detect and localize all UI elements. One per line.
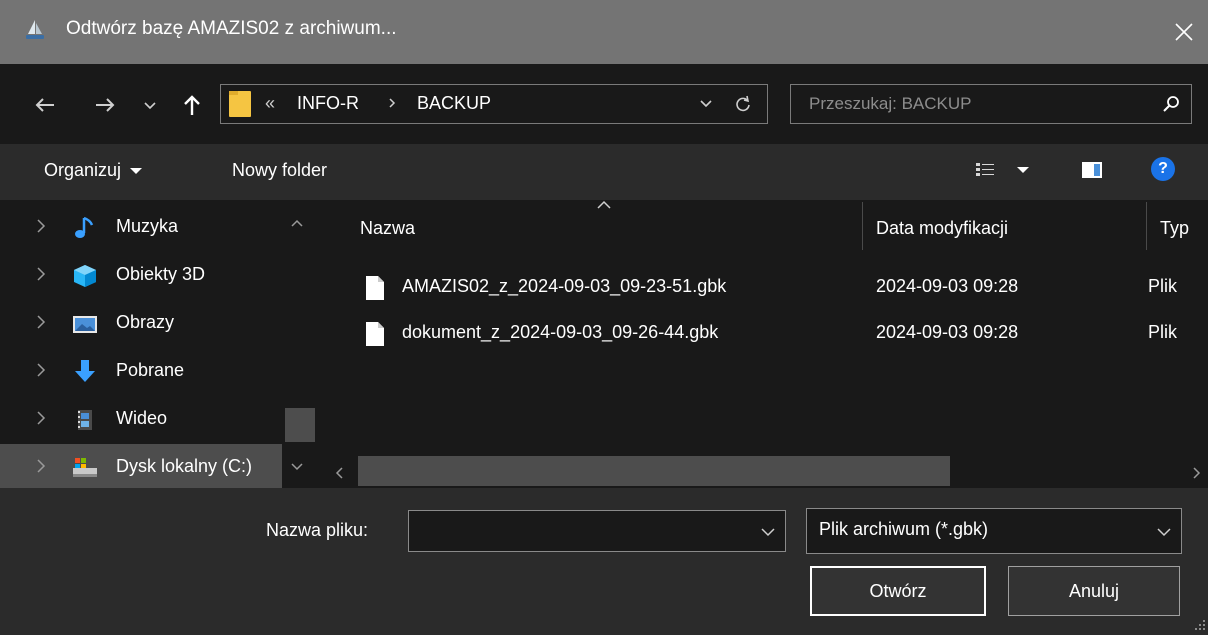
file-row[interactable]: AMAZIS02_z_2024-09-03_09-23-51.gbk 2024-… (328, 266, 1208, 312)
expand-chevron-icon (37, 315, 46, 329)
breadcrumb-separator-icon (387, 93, 397, 118)
navigation-pane-scrollbar[interactable] (284, 200, 318, 488)
window-title: Odtwórz bazę AMAZIS02 z archiwum... (66, 18, 397, 39)
column-header-name[interactable]: Nazwa (360, 218, 415, 239)
forward-button[interactable] (90, 92, 120, 118)
nav-item-label: Obrazy (116, 312, 175, 332)
search-input[interactable]: Przeszukaj: BACKUP (790, 84, 1192, 124)
pictures-icon (73, 316, 97, 333)
file-icon (366, 276, 384, 300)
file-name: dokument_z_2024-09-03_09-26-44.gbk (402, 322, 719, 342)
file-date: 2024-09-03 09:28 (876, 322, 1019, 342)
scroll-right-icon (1193, 467, 1201, 479)
close-button[interactable] (1160, 8, 1208, 56)
nav-item-dysk-lokalny[interactable]: Dysk lokalny (C:) (0, 444, 282, 488)
chevron-down-icon (144, 102, 156, 110)
expand-chevron-icon (37, 411, 46, 425)
nav-item-obrazy[interactable]: Obrazy (0, 300, 282, 348)
file-icon (366, 322, 384, 346)
view-options-button[interactable] (976, 162, 1030, 178)
nav-item-label: Obiekty 3D (116, 264, 206, 284)
chevron-down-icon[interactable] (761, 527, 775, 537)
close-icon (1175, 23, 1193, 41)
help-button[interactable]: ? (1151, 157, 1175, 181)
nav-item-label: Pobrane (116, 360, 185, 380)
refresh-button[interactable] (729, 91, 757, 117)
file-date: 2024-09-03 09:28 (876, 276, 1019, 296)
video-icon (78, 410, 92, 430)
folder-icon (229, 89, 251, 119)
arrow-left-icon (35, 98, 54, 112)
scroll-thumb[interactable] (285, 408, 315, 442)
app-icon (26, 20, 44, 40)
music-icon (75, 216, 94, 238)
3d-objects-icon (74, 265, 96, 287)
column-header-date[interactable]: Data modyfikacji (876, 218, 1008, 239)
dropdown-arrow-icon (1017, 167, 1029, 173)
file-list-scrollbar[interactable] (328, 456, 1208, 488)
file-type: Plik (1148, 322, 1178, 342)
cancel-button[interactable]: Anuluj (1008, 566, 1180, 616)
arrow-up-icon (184, 95, 200, 115)
address-overflow[interactable]: « (265, 93, 275, 114)
scroll-down-icon (291, 463, 303, 471)
up-button[interactable] (178, 90, 206, 120)
refresh-icon (736, 95, 750, 112)
details-view-icon (976, 163, 994, 176)
nav-item-label: Dysk lokalny (C:) (116, 456, 253, 476)
dropdown-arrow-icon (130, 167, 143, 174)
sort-ascending-icon (597, 200, 611, 209)
chevron-down-icon (1157, 528, 1171, 537)
local-disk-icon (73, 458, 97, 477)
breadcrumb-info-r[interactable]: INFO-R (297, 93, 359, 114)
organize-label: Organizuj (44, 160, 122, 180)
nav-item-wideo[interactable]: Wideo (0, 396, 282, 444)
file-row[interactable]: dokument_z_2024-09-03_09-26-44.gbk 2024-… (328, 312, 1208, 358)
nav-item-muzyka[interactable]: Muzyka (0, 204, 282, 252)
arrow-right-icon (96, 98, 115, 112)
expand-chevron-icon (37, 459, 46, 473)
back-button[interactable] (30, 92, 60, 118)
address-history-button[interactable] (695, 93, 717, 115)
column-header-type[interactable]: Typ (1160, 218, 1189, 239)
search-placeholder: Przeszukaj: BACKUP (809, 94, 972, 113)
file-type-filter-select[interactable]: Plik archiwum (*.gbk) (806, 508, 1182, 554)
search-icon (1163, 95, 1181, 118)
organize-button[interactable]: Organizuj (44, 160, 143, 181)
breadcrumb-backup[interactable]: BACKUP (417, 93, 491, 114)
resize-grip-icon[interactable] (1194, 618, 1206, 632)
preview-pane-button[interactable] (1082, 162, 1102, 183)
file-list: Nazwa Data modyfikacji Typ AMAZIS02_z_20… (328, 200, 1208, 488)
file-name: AMAZIS02_z_2024-09-03_09-23-51.gbk (402, 276, 727, 296)
recent-locations-button[interactable] (140, 96, 160, 116)
column-separator[interactable] (862, 202, 863, 250)
filename-input[interactable] (408, 510, 786, 552)
open-button[interactable]: Otwórz (810, 566, 986, 616)
expand-chevron-icon (37, 363, 46, 377)
expand-chevron-icon (37, 219, 46, 233)
scroll-up-icon (291, 219, 303, 227)
downloads-icon (75, 360, 95, 382)
scroll-left-icon (335, 467, 343, 479)
nav-item-label: Muzyka (116, 216, 179, 236)
chevron-down-icon (700, 100, 712, 108)
nav-item-obiekty-3d[interactable]: Obiekty 3D (0, 252, 282, 300)
navigation-pane: Muzyka Obiekty 3D Obrazy Pobrane Wideo D… (0, 200, 282, 488)
preview-pane-icon (1082, 162, 1102, 178)
help-icon: ? (1158, 160, 1168, 177)
new-folder-button[interactable]: Nowy folder (232, 160, 327, 181)
file-type: Plik (1148, 276, 1178, 296)
filename-label: Nazwa pliku: (266, 520, 369, 540)
expand-chevron-icon (37, 267, 46, 281)
nav-item-pobrane[interactable]: Pobrane (0, 348, 282, 396)
address-bar[interactable]: « INFO-R BACKUP (220, 84, 768, 124)
nav-item-label: Wideo (116, 408, 168, 428)
scroll-thumb[interactable] (358, 456, 950, 486)
column-separator[interactable] (1146, 202, 1147, 250)
file-type-filter-value: Plik archiwum (*.gbk) (819, 519, 989, 539)
